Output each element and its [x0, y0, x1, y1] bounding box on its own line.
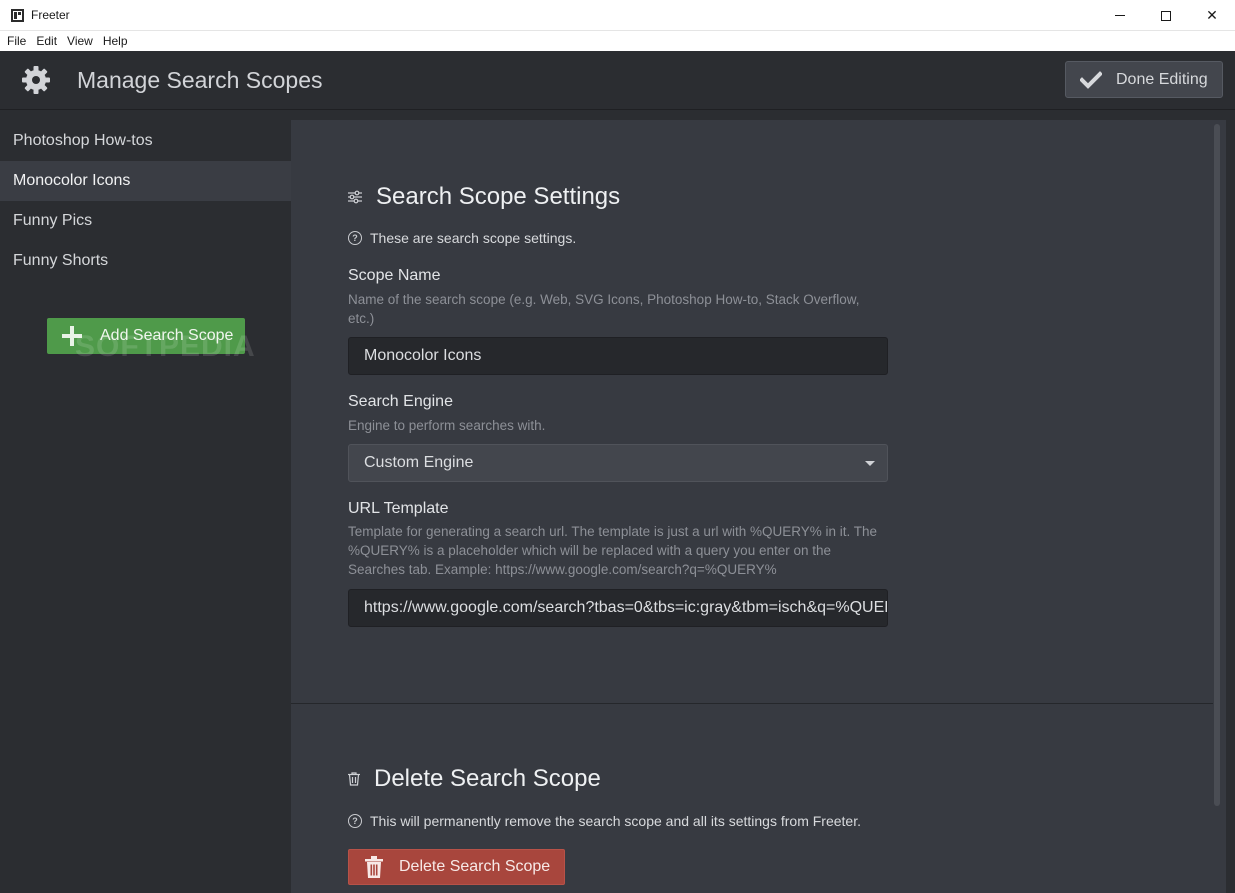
close-button[interactable]: ✕	[1189, 0, 1235, 31]
delete-help: ? This will permanently remove the searc…	[348, 813, 861, 829]
sidebar-item-photoshop-how-tos[interactable]: Photoshop How-tos	[0, 121, 291, 161]
scope-name-description: Name of the search scope (e.g. Web, SVG …	[348, 292, 860, 326]
delete-help-text: This will permanently remove the search …	[370, 813, 861, 829]
url-template-description: Template for generating a search url. Th…	[348, 524, 877, 577]
sidebar-item-funny-pics[interactable]: Funny Pics	[0, 201, 291, 241]
settings-help-text: These are search scope settings.	[370, 230, 577, 246]
section-divider	[291, 703, 1213, 704]
settings-section-header: Search Scope Settings	[348, 183, 620, 211]
scope-name-input[interactable]: Monocolor Icons	[348, 337, 888, 375]
search-engine-select[interactable]: Custom Engine	[348, 444, 888, 482]
delete-search-scope-label: Delete Search Scope	[399, 858, 551, 875]
done-editing-button[interactable]: Done Editing	[1065, 61, 1223, 98]
menu-bar: File Edit View Help	[0, 31, 1235, 51]
help-icon: ?	[348, 231, 362, 245]
search-engine-description: Engine to perform searches with.	[348, 418, 546, 433]
minimize-button[interactable]	[1097, 0, 1143, 31]
window-controls: ✕	[1097, 0, 1235, 31]
menu-help[interactable]: Help	[98, 34, 133, 48]
search-engine-label: Search Engine	[348, 393, 453, 410]
maximize-icon	[1161, 10, 1171, 21]
scope-name-label: Scope Name	[348, 267, 441, 284]
sidebar-item-funny-shorts[interactable]: Funny Shorts	[0, 241, 291, 281]
search-engine-value: Custom Engine	[364, 454, 474, 471]
scope-settings-panel: Search Scope Settings ? These are search…	[291, 120, 1226, 893]
menu-file[interactable]: File	[2, 34, 31, 48]
app-logo-icon	[11, 8, 24, 22]
url-template-input[interactable]: https://www.google.com/search?tbas=0&tbs…	[348, 589, 888, 627]
vertical-scrollbar[interactable]	[1214, 124, 1220, 806]
page-title: Manage Search Scopes	[77, 66, 323, 93]
delete-section-title: Delete Search Scope	[374, 765, 601, 792]
plus-icon	[62, 326, 82, 346]
delete-search-scope-button[interactable]: Delete Search Scope	[348, 849, 565, 885]
trash-icon	[365, 856, 383, 878]
sidebar: Photoshop How-tos Monocolor Icons Funny …	[0, 110, 291, 893]
trash-icon	[348, 772, 360, 786]
maximize-button[interactable]	[1143, 0, 1189, 31]
delete-section-header: Delete Search Scope	[348, 765, 601, 793]
add-search-scope-label: Add Search Scope	[100, 327, 234, 344]
scope-list: Photoshop How-tos Monocolor Icons Funny …	[0, 110, 291, 281]
sidebar-item-monocolor-icons[interactable]: Monocolor Icons	[0, 161, 291, 201]
settings-help: ? These are search scope settings.	[348, 230, 576, 246]
done-editing-label: Done Editing	[1116, 70, 1208, 88]
menu-view[interactable]: View	[62, 34, 98, 48]
add-search-scope-button[interactable]: Add Search Scope	[47, 318, 245, 354]
close-icon: ✕	[1206, 7, 1218, 23]
sliders-icon	[348, 190, 362, 204]
url-template-label: URL Template	[348, 500, 449, 517]
app-header: Manage Search Scopes Done Editing	[0, 51, 1235, 110]
gear-icon	[20, 64, 52, 96]
menu-edit[interactable]: Edit	[31, 34, 62, 48]
minimize-icon	[1115, 15, 1125, 16]
caret-down-icon	[865, 461, 875, 466]
window-titlebar: Freeter ✕	[0, 0, 1235, 31]
checkmark-icon	[1080, 70, 1102, 89]
help-icon: ?	[348, 814, 362, 828]
settings-section-title: Search Scope Settings	[376, 183, 621, 210]
window-title: Freeter	[31, 8, 70, 22]
